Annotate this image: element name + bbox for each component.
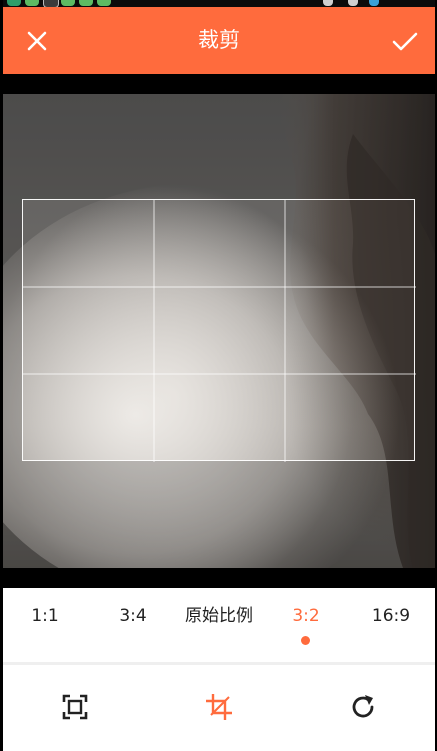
crop-tool-button[interactable]	[204, 692, 234, 722]
selected-indicator	[301, 636, 310, 645]
signal-icon	[323, 0, 333, 6]
status-bar	[3, 0, 435, 7]
notification-icon	[97, 0, 111, 6]
fit-frame-icon	[62, 694, 88, 720]
ratio-option-1-1[interactable]: 1:1	[3, 588, 90, 644]
notification-icon	[61, 0, 75, 6]
top-app-bar: 裁剪	[3, 7, 435, 74]
rotate-button[interactable]	[348, 692, 378, 722]
fit-frame-button[interactable]	[60, 692, 90, 722]
notification-icon	[79, 0, 93, 6]
crop-icon	[206, 694, 232, 720]
bottom-toolbar	[3, 665, 435, 751]
aspect-ratio-bar: 1:1 3:4 原始比例 3:2 16:9	[3, 588, 435, 662]
ratio-option-16-9[interactable]: 16:9	[346, 588, 435, 644]
notification-icon	[43, 0, 59, 7]
notification-icon	[7, 0, 21, 6]
check-icon	[392, 32, 418, 51]
page-title: 裁剪	[198, 28, 240, 52]
crop-screen: 裁剪 1:1 3:4 原始比例 3:2 16:9	[3, 0, 435, 751]
crop-image-area[interactable]	[3, 94, 435, 568]
crop-grid	[23, 200, 416, 462]
battery-icon	[369, 0, 379, 6]
rotate-icon	[352, 695, 374, 718]
crop-frame[interactable]	[22, 199, 416, 462]
signal-icon	[348, 0, 358, 6]
notification-icon	[25, 0, 39, 6]
confirm-button[interactable]	[389, 25, 421, 57]
